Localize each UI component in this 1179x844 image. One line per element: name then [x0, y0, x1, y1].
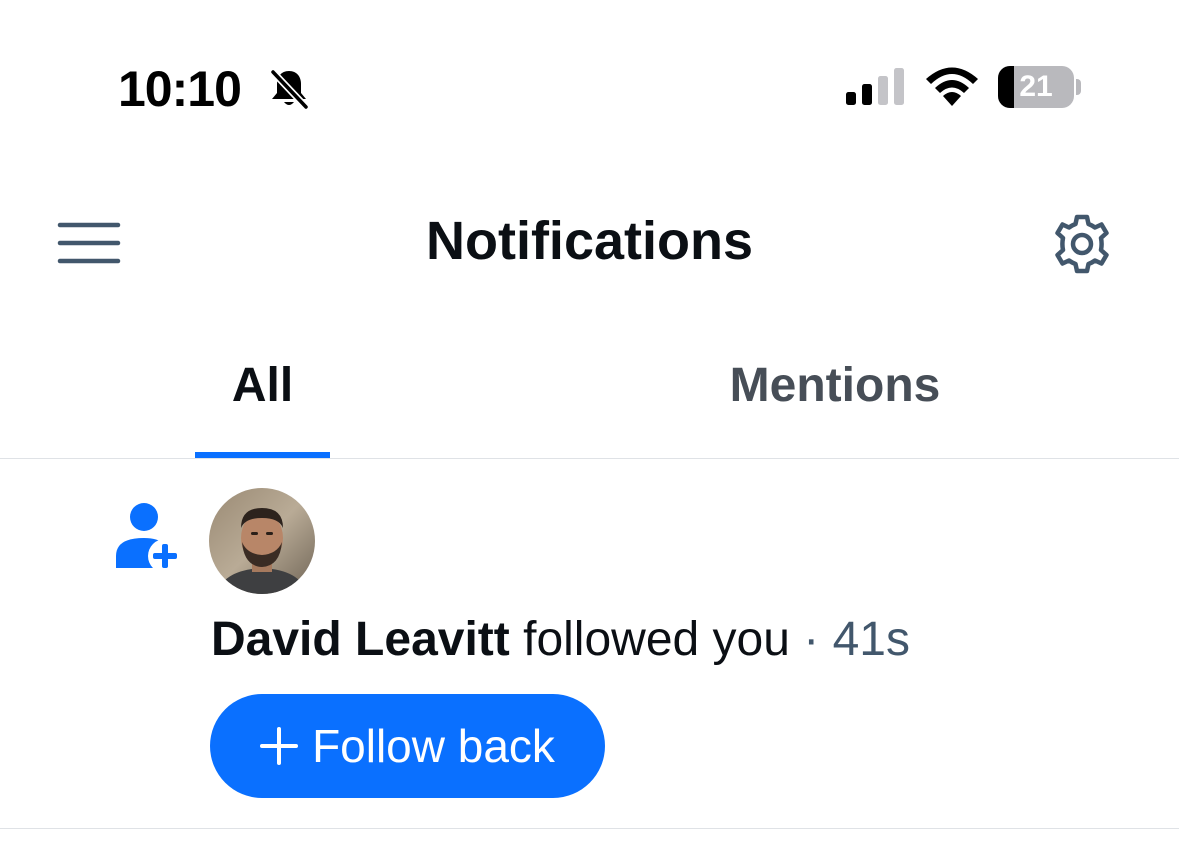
notification-text: David Leavitt followed you · 41s [211, 610, 910, 670]
tabs-divider [0, 458, 1179, 459]
person-add-icon [116, 503, 182, 572]
notifications-screen: 10:10 21 Notifications All Mentions Davi… [0, 0, 1179, 844]
page-title: Notifications [425, 211, 753, 271]
wifi-icon [926, 67, 978, 106]
tab-all[interactable]: All [195, 356, 330, 416]
status-time: 10:10 [118, 61, 242, 117]
notification-time: 41s [832, 613, 910, 666]
meta-separator: · [789, 613, 833, 666]
follow-back-button[interactable]: Follow back [210, 694, 605, 798]
signal-icon [846, 68, 904, 105]
notification-action: followed you [509, 613, 790, 666]
bell-off-icon [269, 68, 310, 111]
tab-mentions[interactable]: Mentions [640, 356, 1030, 416]
battery-icon: 21 [998, 66, 1082, 108]
author-name[interactable]: David Leavitt [211, 613, 510, 666]
settings-button[interactable] [1050, 212, 1114, 276]
avatar[interactable] [209, 488, 315, 594]
follow-back-label: Follow back [312, 720, 555, 772]
notification-divider [0, 828, 1179, 829]
battery-tip [1076, 79, 1081, 95]
battery-level: 21 [1019, 70, 1053, 103]
plus-icon [260, 727, 299, 765]
gear-icon [1055, 214, 1109, 274]
